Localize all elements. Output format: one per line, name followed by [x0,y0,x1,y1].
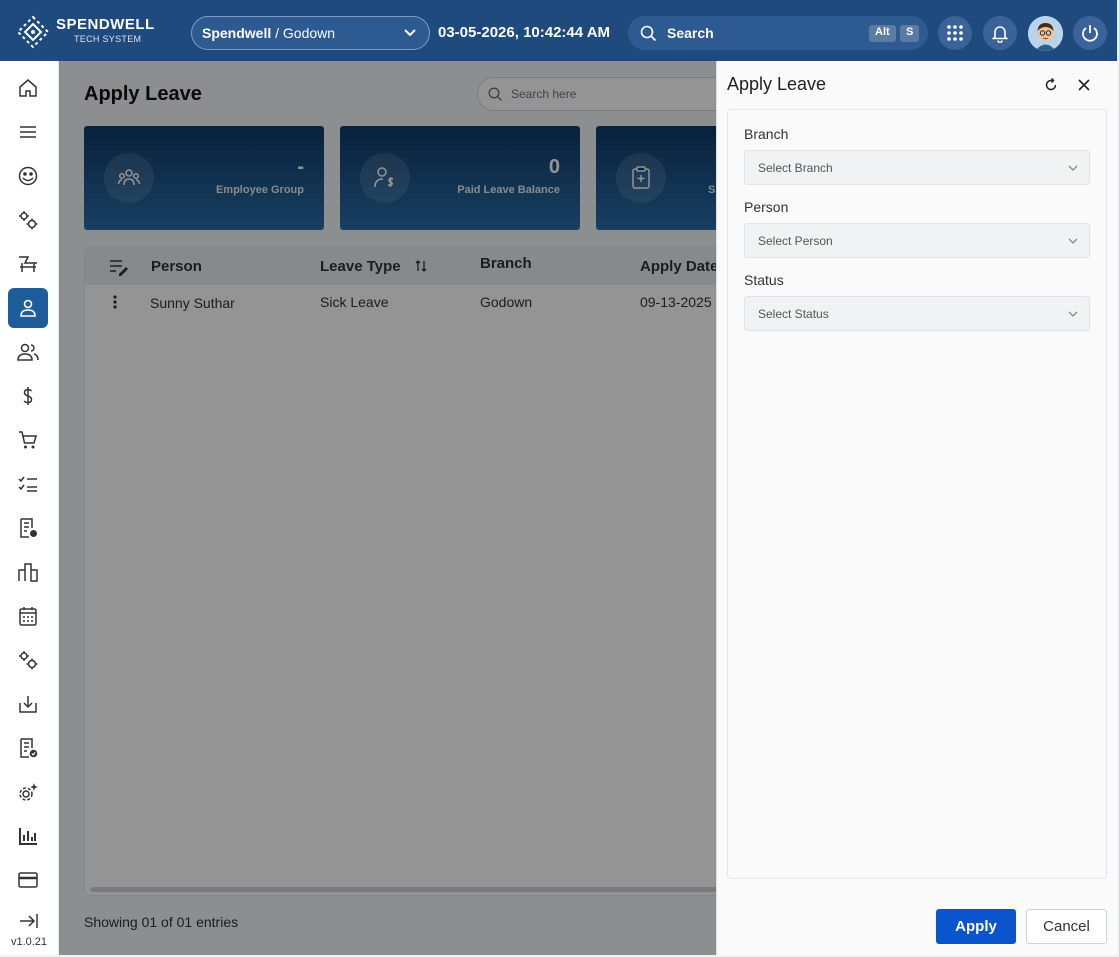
notifications-button[interactable] [983,16,1017,50]
cogs-icon [19,651,38,670]
search-label: Search [667,25,714,41]
app-logo[interactable]: SPENDWELL TECH SYSTEM [16,15,156,49]
branch-label: Branch [744,126,789,142]
modal-backdrop[interactable] [59,61,716,955]
collapse-arrow-icon [20,914,38,928]
branch-company: Spendwell [202,25,272,41]
download-icon [19,696,37,713]
buildings-icon [18,563,38,582]
apply-leave-drawer: Apply Leave Branch Select Branch Person … [716,61,1117,955]
avatar-face-icon [1028,16,1063,51]
person-icon [20,299,36,317]
sidebar-item-home[interactable] [8,68,48,108]
sidebar-item-approvals[interactable] [8,728,48,768]
logout-button[interactable] [1073,16,1107,50]
calendar-icon [19,607,37,626]
status-select[interactable]: Select Status [744,296,1090,331]
cart-icon [19,431,37,449]
logo-mark-icon [16,15,50,49]
sidebar-item-office[interactable] [8,244,48,284]
top-bar: SPENDWELL TECH SYSTEM Spendwell / Godown… [0,0,1117,61]
sidebar-item-finance[interactable] [8,376,48,416]
user-avatar[interactable] [1028,16,1063,51]
person-label: Person [744,199,789,215]
sidebar-collapse-button[interactable] [8,901,48,941]
chevron-down-icon [1068,311,1078,317]
chair-icon [19,256,37,272]
close-icon [1078,79,1090,91]
face-icon [18,166,38,186]
status-label: Status [744,272,784,288]
sidebar-item-calendar[interactable] [8,596,48,636]
bar-chart-icon [19,828,37,845]
branch-name: Godown [282,25,336,41]
shortcut-key-s: S [900,25,920,42]
sidebar-item-buildings[interactable] [8,552,48,592]
branch-select[interactable]: Select Branch [744,150,1090,185]
search-icon [640,25,657,41]
shortcut-key-alt: Alt [869,25,896,42]
dollar-icon [23,387,33,405]
sidebar-item-analytics[interactable] [8,816,48,856]
chevron-down-icon [404,29,416,37]
sidebar-item-payments[interactable] [8,860,48,900]
sidebar-item-automation[interactable] [8,772,48,812]
gear-sparkle-icon [19,783,38,801]
document-check-icon [20,738,38,758]
apps-button[interactable] [938,16,972,50]
branch-separator: / [271,25,283,41]
menu-icon [20,126,36,138]
close-button[interactable] [1073,74,1095,96]
logo-title: SPENDWELL [56,16,155,33]
app-version: v1.0.21 [10,936,48,948]
reset-button[interactable] [1040,74,1062,96]
branch-placeholder: Select Branch [758,160,833,175]
cancel-button[interactable]: Cancel [1026,909,1107,944]
bell-icon [991,26,1009,43]
sidebar: v1.0.21 [0,61,59,955]
chevron-down-icon [1068,165,1078,171]
global-search[interactable]: Search Alt S [628,16,928,50]
apply-leave-form: Branch Select Branch Person Select Perso… [727,109,1107,879]
sidebar-item-configuration[interactable] [8,640,48,680]
current-datetime: 03-05-2026, 10:42:44 AM [438,24,611,41]
chevron-down-icon [1068,238,1078,244]
sidebar-item-menu[interactable] [8,112,48,152]
status-placeholder: Select Status [758,306,829,321]
sidebar-item-settings[interactable] [8,200,48,240]
sidebar-item-shop[interactable] [8,420,48,460]
sidebar-item-tasks[interactable] [8,464,48,504]
sidebar-item-users[interactable] [8,332,48,372]
sidebar-item-reports[interactable] [8,508,48,548]
person-select[interactable]: Select Person [744,223,1090,258]
home-icon [19,79,37,97]
sidebar-item-employee[interactable] [8,288,48,328]
person-placeholder: Select Person [758,233,833,248]
branch-selector[interactable]: Spendwell / Godown [191,16,430,50]
checklist-icon [18,476,37,492]
power-icon [1082,25,1098,42]
sidebar-item-dashboard[interactable] [8,156,48,196]
document-icon [20,518,37,538]
drawer-title: Apply Leave [727,74,827,94]
refresh-icon [1045,77,1057,91]
logo-subtitle: TECH SYSTEM [74,34,142,44]
cogs-icon [19,211,38,230]
apps-grid-icon [947,25,963,41]
apply-button[interactable]: Apply [936,909,1016,944]
card-icon [18,872,38,888]
users-icon [17,343,39,361]
sidebar-item-import[interactable] [8,684,48,724]
